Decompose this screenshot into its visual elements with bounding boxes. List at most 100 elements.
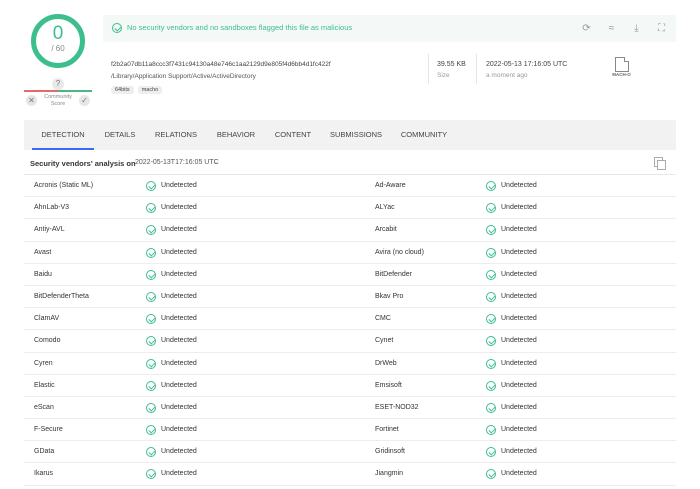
vendor-result: Undetected <box>501 204 537 212</box>
vendor-result: Undetected <box>501 182 537 189</box>
vendor-name: Arcabit <box>375 226 397 234</box>
vendor-result: Undetected <box>501 292 537 300</box>
vendor-result: Undetected <box>161 226 197 234</box>
check-circle-icon <box>486 225 496 236</box>
check-circle-icon <box>146 225 156 236</box>
tab-bar: DETECTION DETAILS RELATIONS BEHAVIOR CON… <box>24 120 676 150</box>
vendor-name: Bkav Pro <box>375 292 404 300</box>
reanalyze-icon[interactable]: ⟳ <box>580 22 593 35</box>
vote-harmless-icon[interactable]: ✓ <box>79 95 90 106</box>
vendor-result: Undetected <box>161 448 197 456</box>
vendor-name: Elastic <box>34 381 55 389</box>
vendor-result: Undetected <box>501 248 537 256</box>
vendor-name: ClamAV <box>34 315 60 323</box>
vendors-analysis-date[interactable]: 2022-05-13T17:16:05 UTC <box>135 159 219 166</box>
tag[interactable]: 64bits <box>111 86 134 94</box>
table-row: F-Secure Undetected Fortinet Undetected <box>24 419 676 442</box>
tag[interactable]: macho <box>137 86 163 94</box>
table-row: Elastic Undetected Emsisoft Undetected <box>24 375 676 397</box>
similar-icon[interactable]: ≈ <box>605 22 618 35</box>
vendors-title: Security vendors' analysis on <box>30 159 136 168</box>
community-score-bar <box>24 90 92 92</box>
vendor-result: Undetected <box>161 270 197 278</box>
vendor-result: Undetected <box>161 359 197 367</box>
divider <box>428 54 429 84</box>
community-score-value: ? <box>52 78 64 90</box>
table-row: BitDefenderTheta Undetected Bkav Pro Undete… <box>24 286 676 309</box>
table-row: Cyren Undetected DrWeb Undetected <box>24 353 676 375</box>
banner-actions: ⟳ ≈ ⤓ ⛶ <box>580 22 668 35</box>
check-circle-icon <box>146 425 156 436</box>
vendor-name: Fortinet <box>375 426 399 434</box>
community-score: ✕ Community Score ✓ <box>24 90 92 112</box>
vendor-name: Ad-Aware <box>375 182 406 189</box>
vendor-name: Baidu <box>34 270 52 278</box>
vendors-table: Acronis (Static ML) Undetected Ad-Aware Und… <box>24 174 676 486</box>
chevron-down-icon[interactable]: ⌄ <box>214 158 220 166</box>
file-type-badge: MACH-O <box>609 57 634 79</box>
tab-behavior[interactable]: BEHAVIOR <box>210 120 262 150</box>
vendor-result: Undetected <box>161 292 197 300</box>
tab-community[interactable]: COMMUNITY <box>396 120 452 150</box>
table-row: eScan Undetected ESET-NOD32 Undetected <box>24 397 676 420</box>
vote-malicious-icon[interactable]: ✕ <box>26 95 37 106</box>
download-icon[interactable]: ⤓ <box>630 22 643 35</box>
check-circle-icon <box>146 203 156 214</box>
check-circle-icon <box>146 358 156 369</box>
vendor-result: Undetected <box>501 226 537 234</box>
check-circle-icon <box>486 447 496 458</box>
vendor-name: Cynet <box>375 337 394 345</box>
tab-details[interactable]: DETAILS <box>98 120 142 150</box>
check-circle-icon <box>486 358 496 369</box>
check-circle-icon <box>146 314 156 325</box>
tab-relations[interactable]: RELATIONS <box>148 120 204 150</box>
check-circle-icon <box>486 380 496 391</box>
status-banner: No security vendors and no sandboxes fla… <box>103 15 676 42</box>
file-path: /Library/Application Support/Active/Acti… <box>111 73 256 80</box>
tab-submissions[interactable]: SUBMISSIONS <box>324 120 388 150</box>
file-tags: 64bits macho <box>111 86 163 94</box>
check-circle-icon <box>486 469 496 480</box>
community-score-label: Community Score <box>44 94 72 107</box>
vendor-result: Undetected <box>161 470 197 478</box>
vendor-name: Avast <box>34 248 52 256</box>
vendor-name: AhnLab-V3 <box>34 204 70 212</box>
vendor-name: Antiy-AVL <box>34 226 65 234</box>
vendor-result: Undetected <box>501 337 537 345</box>
vendor-result: Undetected <box>161 426 197 434</box>
copy-icon[interactable] <box>654 157 666 170</box>
vendor-name: BitDefender <box>375 270 412 278</box>
vendor-result: Undetected <box>161 204 197 212</box>
table-row: Baidu Undetected BitDefender Undetected <box>24 264 676 286</box>
vendor-result: Undetected <box>501 315 537 323</box>
vendor-name: Gridinsoft <box>375 448 405 456</box>
vendor-result: Undetected <box>501 381 537 389</box>
check-circle-icon <box>486 291 496 302</box>
analysis-date: 2022-05-13 17:16:05 UTC <box>486 61 568 68</box>
check-circle-icon <box>486 203 496 214</box>
vendor-result: Undetected <box>501 270 537 278</box>
check-circle-icon <box>486 336 496 347</box>
vendor-result: Undetected <box>161 403 197 411</box>
file-hash[interactable]: f2b2a07db11a8ccc3f7431c94130a48e746c1aa2… <box>111 61 331 68</box>
check-circle-icon <box>146 380 156 391</box>
table-row: AhnLab-V3 Undetected ALYac Undetected <box>24 197 676 220</box>
check-circle-icon <box>146 469 156 480</box>
detection-count: 0 <box>52 23 64 44</box>
check-circle-icon <box>486 181 496 191</box>
vendor-result: Undetected <box>501 426 537 434</box>
vendor-name: Comodo <box>34 337 61 345</box>
tab-content[interactable]: CONTENT <box>268 120 318 150</box>
file-icon <box>615 57 629 72</box>
vendor-name: ESET-NOD32 <box>375 403 419 411</box>
check-circle-icon <box>486 269 496 280</box>
table-row: GData Undetected Gridinsoft Undetected <box>24 441 676 464</box>
graph-icon[interactable]: ⛶ <box>655 22 668 35</box>
tab-detection[interactable]: DETECTION <box>32 120 94 150</box>
vendor-name: CMC <box>375 315 391 323</box>
check-circle-icon <box>146 336 156 347</box>
table-row: Comodo Undetected Cynet Undetected <box>24 330 676 353</box>
check-circle-icon <box>486 425 496 436</box>
vendor-name: Emsisoft <box>375 381 402 389</box>
table-row: ClamAV Undetected CMC Undetected <box>24 308 676 331</box>
